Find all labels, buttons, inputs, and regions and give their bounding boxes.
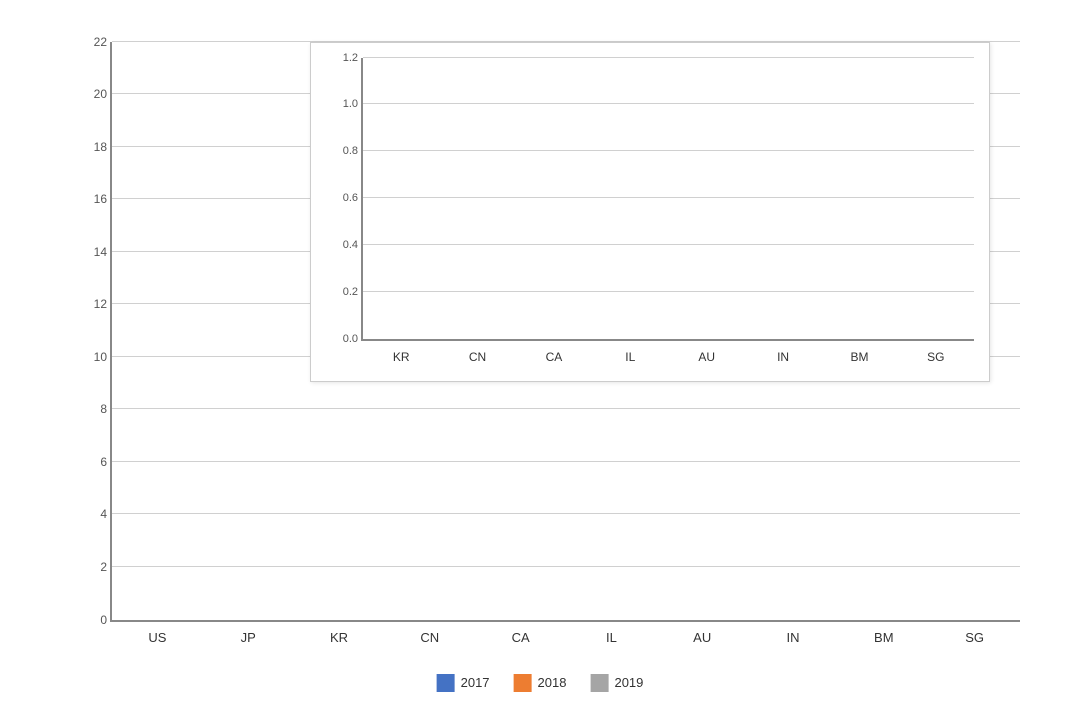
x-tick-label: US	[148, 630, 166, 645]
y-tick-label: 10	[94, 350, 107, 364]
chart-container: 0246810121416182022USJPKRCNCAILAUINBMSG …	[40, 22, 1040, 702]
x-tick-label: CN	[420, 630, 439, 645]
y-tick-label: 12	[94, 297, 107, 311]
x-tick-label: BM	[874, 630, 894, 645]
inset-gridline	[363, 150, 974, 151]
legend-swatch	[514, 674, 532, 692]
gridline	[112, 566, 1020, 567]
x-tick-label: JP	[241, 630, 256, 645]
y-tick-label: 4	[100, 507, 107, 521]
y-tick-label: 6	[100, 455, 107, 469]
x-tick-label: IN	[787, 630, 800, 645]
inset-y-tick-label: 0.2	[343, 286, 358, 298]
inset-y-tick-label: 0.6	[343, 192, 358, 204]
inset-y-tick-label: 1.0	[343, 98, 358, 110]
legend-swatch	[437, 674, 455, 692]
inset-x-tick-label: CN	[469, 350, 486, 364]
y-tick-label: 14	[94, 245, 107, 259]
inset-x-tick-label: IN	[777, 350, 789, 364]
y-tick-label: 20	[94, 87, 107, 101]
y-tick-label: 18	[94, 140, 107, 154]
x-tick-label: IL	[606, 630, 617, 645]
chart-legend: 2017 2018 2019	[437, 674, 644, 692]
inset-x-tick-label: SG	[927, 350, 944, 364]
inset-inner: 0.00.20.40.60.81.01.2KRCNCAILAUINBMSG	[361, 58, 974, 341]
x-tick-label: AU	[693, 630, 711, 645]
inset-gridline	[363, 291, 974, 292]
legend-item: 2017	[437, 674, 490, 692]
x-tick-label: CA	[512, 630, 530, 645]
inset-x-tick-label: BM	[850, 350, 868, 364]
inset-y-tick-label: 0.0	[343, 333, 358, 345]
y-tick-label: 8	[100, 402, 107, 416]
y-tick-label: 2	[100, 560, 107, 574]
inset-gridline	[363, 244, 974, 245]
legend-label: 2017	[461, 675, 490, 690]
y-tick-label: 22	[94, 35, 107, 49]
inset-gridline	[363, 197, 974, 198]
legend-item: 2018	[514, 674, 567, 692]
inset-y-tick-label: 0.8	[343, 145, 358, 157]
inset-x-tick-label: AU	[698, 350, 715, 364]
inset-gridline	[363, 103, 974, 104]
y-tick-label: 0	[100, 613, 107, 627]
inset-y-tick-label: 0.4	[343, 239, 358, 251]
inset-gridline	[363, 57, 974, 58]
x-tick-label: KR	[330, 630, 348, 645]
legend-label: 2018	[538, 675, 567, 690]
legend-swatch	[590, 674, 608, 692]
gridline	[112, 513, 1020, 514]
legend-item: 2019	[590, 674, 643, 692]
y-tick-label: 16	[94, 192, 107, 206]
inset-chart: 0.0 0.2 0.4 0.6 0.8 1.0 1.2 KR CN CA IL AU IN BM SG	[310, 42, 990, 382]
gridline	[112, 408, 1020, 409]
inset-x-tick-label: CA	[546, 350, 563, 364]
inset-x-tick-label: IL	[625, 350, 635, 364]
inset-x-tick-label: KR	[393, 350, 410, 364]
x-tick-label: SG	[965, 630, 984, 645]
inset-y-tick-label: 1.2	[343, 52, 358, 64]
legend-label: 2019	[614, 675, 643, 690]
gridline	[112, 461, 1020, 462]
